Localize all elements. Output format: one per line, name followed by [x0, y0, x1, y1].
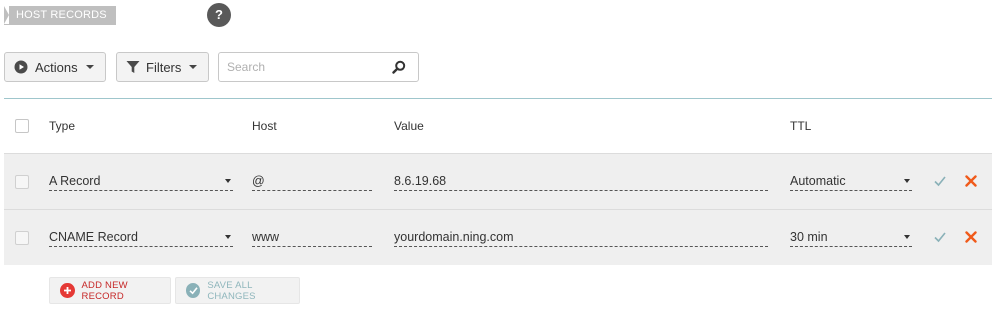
save-row-check-icon[interactable]	[934, 175, 946, 187]
value-value: 8.6.19.68	[394, 174, 447, 188]
chevron-down-icon	[85, 65, 94, 69]
header-ttl: TTL	[790, 119, 812, 133]
type-select[interactable]: CNAME Record	[49, 229, 233, 247]
section-title: HOST RECORDS	[4, 6, 116, 25]
table-header: Type Host Value TTL	[4, 99, 992, 153]
chevron-down-icon	[225, 179, 231, 183]
ttl-value: Automatic	[790, 174, 846, 188]
ttl-select[interactable]: 30 min	[790, 229, 912, 247]
delete-row-icon[interactable]	[965, 231, 977, 243]
filter-icon	[126, 61, 140, 73]
header-type: Type	[49, 119, 76, 133]
table-row: CNAME Record www yourdomain.ning.com 30 …	[4, 209, 992, 265]
chevron-down-icon	[904, 235, 910, 239]
host-value: @	[252, 174, 265, 188]
search-icon[interactable]	[392, 60, 406, 74]
chevron-down-icon	[904, 179, 910, 183]
value-value: yourdomain.ning.com	[394, 230, 514, 244]
play-circle-icon	[14, 60, 28, 74]
add-new-record-button[interactable]: ADD NEW RECORD	[49, 277, 171, 304]
header-value: Value	[394, 119, 424, 133]
host-input[interactable]: @	[252, 173, 372, 191]
value-input[interactable]: 8.6.19.68	[394, 173, 768, 191]
chevron-down-icon	[189, 65, 198, 69]
actions-label: Actions	[35, 59, 78, 75]
row-checkbox[interactable]	[15, 175, 29, 189]
check-circle-icon	[186, 283, 201, 298]
type-value: CNAME Record	[49, 230, 138, 244]
help-icon[interactable]: ?	[207, 3, 231, 27]
save-all-changes-label: SAVE ALL CHANGES	[207, 279, 256, 302]
filters-label: Filters	[146, 59, 182, 75]
add-new-record-label: ADD NEW RECORD	[81, 279, 128, 302]
actions-dropdown-button[interactable]: Actions	[4, 52, 106, 82]
header-host: Host	[252, 119, 277, 133]
plus-circle-icon	[60, 283, 75, 298]
search-box	[218, 52, 419, 82]
ttl-select[interactable]: Automatic	[790, 173, 912, 191]
filters-dropdown-button[interactable]: Filters	[116, 52, 209, 82]
row-checkbox[interactable]	[15, 231, 29, 245]
host-records-table: Type Host Value TTL A Record @ 8.6.19.68…	[4, 98, 992, 265]
type-value: A Record	[49, 174, 101, 188]
delete-row-icon[interactable]	[965, 175, 977, 187]
search-input[interactable]	[219, 53, 379, 81]
host-input[interactable]: www	[252, 229, 372, 247]
chevron-down-icon	[225, 235, 231, 239]
select-all-checkbox[interactable]	[15, 119, 29, 133]
save-all-changes-button[interactable]: SAVE ALL CHANGES	[175, 277, 300, 304]
table-row: A Record @ 8.6.19.68 Automatic	[4, 153, 992, 209]
value-input[interactable]: yourdomain.ning.com	[394, 229, 768, 247]
save-row-check-icon[interactable]	[934, 231, 946, 243]
type-select[interactable]: A Record	[49, 173, 233, 191]
host-value: www	[252, 230, 280, 244]
ttl-value: 30 min	[790, 230, 828, 244]
